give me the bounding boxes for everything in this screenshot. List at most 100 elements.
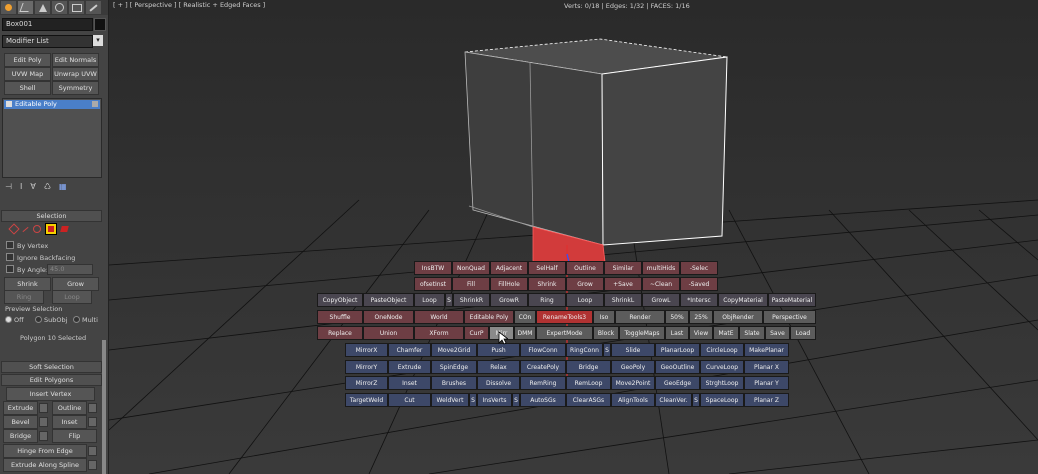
quad-item-planar-x[interactable]: Planar X — [744, 360, 789, 374]
show-end-result-icon[interactable]: Ⅰ — [20, 182, 22, 192]
extrude-spline-settings-icon[interactable] — [88, 460, 97, 470]
rollout-edit-polygons[interactable]: Edit Polygons — [1, 374, 102, 386]
modifier-button-edit-poly[interactable]: Edit Poly — [4, 53, 51, 67]
stack-item-toggle-icon[interactable] — [92, 101, 98, 107]
radio-icon[interactable] — [35, 316, 42, 323]
by-angle-option[interactable]: By Angle: — [6, 265, 48, 274]
quad-item-iso[interactable]: Iso — [593, 310, 615, 324]
object-color-swatch[interactable] — [94, 18, 106, 31]
inset-settings-icon[interactable] — [88, 417, 97, 427]
quad-item-planar-z[interactable]: Planar Z — [744, 393, 789, 407]
quad-item-bridge[interactable]: Bridge — [566, 360, 611, 374]
grow-button[interactable]: Grow — [52, 277, 99, 291]
quad-item-grow[interactable]: Grow — [566, 277, 604, 291]
quad-item-shrinkl[interactable]: ShrinkL — [604, 293, 642, 307]
quad-item-replace[interactable]: Replace — [317, 326, 363, 340]
modifier-stack[interactable]: Editable Poly — [2, 98, 102, 178]
flip-button[interactable]: Flip — [52, 429, 97, 443]
quad-item-onenode[interactable]: OneNode — [363, 310, 414, 324]
quad-item-loop-2[interactable]: Loop — [566, 293, 604, 307]
quad-item-adjacent[interactable]: Adjacent — [490, 261, 528, 275]
quad-item-renametools3[interactable]: RenameTools3 — [536, 310, 593, 324]
panel-scrollbar[interactable] — [102, 340, 106, 474]
quad-item-last[interactable]: Last — [665, 326, 689, 340]
rollout-soft-selection[interactable]: Soft Selection — [1, 361, 102, 373]
viewport-perspective[interactable]: [ + ] [ Perspective ] [ Realistic + Edge… — [109, 0, 1038, 474]
extrude-settings-icon[interactable] — [39, 403, 48, 413]
quad-item-slide[interactable]: Slide — [611, 343, 655, 357]
modifier-button-shell[interactable]: Shell — [4, 81, 51, 95]
quad-item-nonquad[interactable]: NonQuad — [452, 261, 490, 275]
quad-item-spaceloop[interactable]: SpaceLoop — [700, 393, 744, 407]
outline-button[interactable]: Outline — [52, 401, 87, 415]
quad-item-fill[interactable]: Fill — [452, 277, 490, 291]
hierarchy-icon[interactable] — [35, 1, 50, 14]
angle-spinner[interactable]: 45.0 — [47, 264, 93, 275]
insert-vertex-button[interactable]: Insert Vertex — [6, 387, 95, 401]
modifier-button-unwrap-uvw[interactable]: Unwrap UVW — [52, 67, 99, 81]
checkbox-icon[interactable] — [6, 241, 14, 249]
hinge-from-edge-button[interactable]: Hinge From Edge — [3, 444, 87, 458]
preview-subobj-radio[interactable]: SubObj — [35, 316, 67, 324]
quad-item-remring[interactable]: RemRing — [520, 376, 566, 390]
quad-item-dissolve[interactable]: Dissolve — [477, 376, 520, 390]
modifier-button-edit-normals[interactable]: Edit Normals — [52, 53, 99, 67]
quad-item-curp[interactable]: CurP — [464, 326, 489, 340]
quad-item-brushes[interactable]: Brushes — [431, 376, 477, 390]
extrude-button[interactable]: Extrude — [3, 401, 38, 415]
bridge-button[interactable]: Bridge — [3, 429, 38, 443]
vertex-mode-icon[interactable] — [8, 223, 20, 235]
quad-item-load[interactable]: Load — [790, 326, 816, 340]
quad-item-autosgs[interactable]: AutoSGs — [520, 393, 566, 407]
quad-item-extrude[interactable]: Extrude — [388, 360, 431, 374]
quad-item-createpoly[interactable]: CreatePoly — [520, 360, 566, 374]
viewport-label[interactable]: [ + ] [ Perspective ] [ Realistic + Edge… — [113, 1, 265, 9]
quad-item-targetweld[interactable]: TargetWeld — [345, 393, 388, 407]
quad-item-ofsetinst[interactable]: ofsetInst — [414, 277, 452, 291]
inset-button[interactable]: Inset — [52, 415, 87, 429]
modifier-button-symmetry[interactable]: Symmetry — [52, 81, 99, 95]
remove-modifier-icon[interactable]: ♺ — [44, 182, 51, 192]
quad-item-planarloop[interactable]: PlanarLoop — [655, 343, 700, 357]
modifier-button-uvw-map[interactable]: UVW Map — [4, 67, 51, 81]
quad-item-shrink[interactable]: Shrink — [528, 277, 566, 291]
quad-item-25-percent[interactable]: 25% — [689, 310, 713, 324]
quad-item-clean[interactable]: ~Clean — [642, 277, 680, 291]
quad-item-multihids[interactable]: multiHids — [642, 261, 680, 275]
quad-item-ringconn-settings[interactable]: S — [603, 343, 611, 357]
quad-item-shrinkr[interactable]: ShrinkR — [453, 293, 490, 307]
quad-item-mirrorz[interactable]: MirrorZ — [345, 376, 388, 390]
quad-item-xform[interactable]: XForm — [414, 326, 464, 340]
quad-item-push[interactable]: Push — [477, 343, 520, 357]
quad-item-curveloop[interactable]: CurveLoop — [700, 360, 744, 374]
element-mode-icon[interactable] — [60, 226, 69, 232]
radio-icon[interactable] — [73, 316, 80, 323]
quad-item-loop[interactable]: Loop — [414, 293, 445, 307]
collapse-icon[interactable] — [6, 101, 12, 107]
quad-item-makeplanar[interactable]: MakePlanar — [744, 343, 789, 357]
quad-item-clearasgs[interactable]: ClearASGs — [566, 393, 611, 407]
checkbox-icon[interactable] — [6, 253, 14, 261]
quad-item-50-percent[interactable]: 50% — [665, 310, 689, 324]
quad-item-perspective[interactable]: Perspective — [763, 310, 816, 324]
quad-item-geooutline[interactable]: GeoOutline — [655, 360, 700, 374]
quad-item-settings[interactable]: S — [445, 293, 453, 307]
by-vertex-option[interactable]: By Vertex — [6, 241, 48, 250]
quad-item-pasteobject[interactable]: PasteObject — [363, 293, 414, 307]
quad-item-expertmode[interactable]: ExpertMode — [536, 326, 593, 340]
quad-item-objrender[interactable]: ObjRender — [713, 310, 763, 324]
quad-item-insbtw[interactable]: InsBTW — [414, 261, 452, 275]
chevron-down-icon[interactable]: ▾ — [93, 35, 103, 46]
quad-item-slate[interactable]: Slate — [739, 326, 765, 340]
quad-item-cleanver[interactable]: CleanVer. — [655, 393, 692, 407]
extrude-along-spline-button[interactable]: Extrude Along Spline — [3, 458, 87, 472]
quad-item-strghtloop[interactable]: StrghtLoop — [700, 376, 744, 390]
quad-item-ring[interactable]: Ring — [528, 293, 566, 307]
quad-item-copyobject[interactable]: CopyObject — [317, 293, 363, 307]
quad-item-con[interactable]: COn — [514, 310, 536, 324]
quad-item-world[interactable]: World — [414, 310, 464, 324]
rollout-selection[interactable]: Selection — [1, 210, 102, 222]
quad-item-planar-y[interactable]: Planar Y — [744, 376, 789, 390]
quad-item-inset[interactable]: Inset — [388, 376, 431, 390]
quad-item-insverts-settings[interactable]: S — [512, 393, 520, 407]
